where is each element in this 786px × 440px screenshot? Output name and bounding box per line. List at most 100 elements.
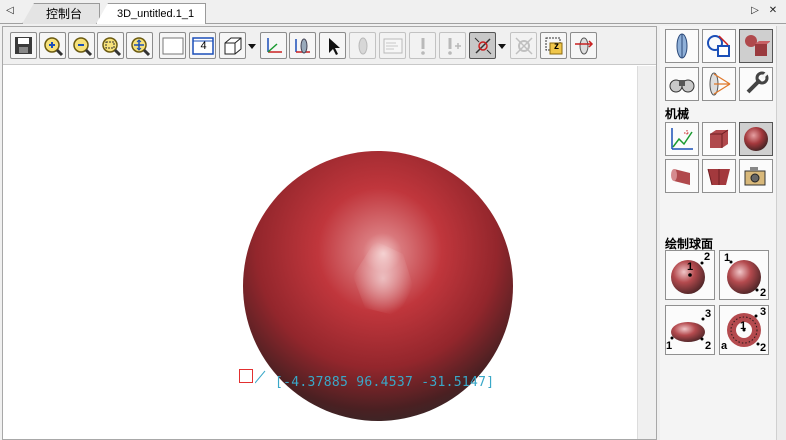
sphere-two-point-button[interactable]: 1 2 bbox=[719, 250, 769, 300]
solids-icon bbox=[745, 35, 770, 56]
plane-icon bbox=[294, 38, 310, 53]
torus-button[interactable]: 1 2 3 a bbox=[719, 305, 769, 355]
snap-pick-button[interactable] bbox=[469, 32, 496, 59]
panel-button[interactable] bbox=[379, 32, 406, 59]
cube-button[interactable] bbox=[702, 122, 736, 156]
plane-button[interactable] bbox=[289, 32, 316, 59]
zoom-window-button[interactable] bbox=[97, 32, 124, 59]
box-view-button[interactable] bbox=[219, 32, 246, 59]
ghost-button[interactable] bbox=[349, 32, 376, 59]
z-coordinate-button[interactable]: z bbox=[540, 32, 567, 59]
cube-icon bbox=[710, 129, 729, 148]
zoom-all-icon bbox=[130, 36, 150, 56]
zoom-all-button[interactable] bbox=[126, 32, 153, 59]
projection-icon bbox=[709, 72, 731, 96]
tab-scroll-left-icon[interactable]: ◁ bbox=[3, 4, 17, 18]
view-toolbar: 4 z bbox=[3, 27, 656, 65]
binoculars-button[interactable] bbox=[665, 67, 699, 101]
axis-chart-button[interactable] bbox=[665, 122, 699, 156]
axes-icon bbox=[266, 37, 282, 53]
save-button[interactable] bbox=[10, 32, 37, 59]
coordinate-readout: [-4.37885 96.4537 -31.5147] bbox=[275, 375, 495, 390]
panel-scrollbar[interactable] bbox=[776, 26, 786, 440]
tab-3d-document-label: 3D_untitled.1_1 bbox=[117, 8, 195, 20]
snap-pick-icon bbox=[474, 37, 491, 54]
axes-button[interactable] bbox=[260, 32, 287, 59]
wedge-button[interactable] bbox=[702, 159, 736, 193]
chevron-down-icon bbox=[498, 43, 506, 49]
shape-transform-button[interactable] bbox=[702, 29, 736, 63]
tab-console-label: 控制台 bbox=[45, 7, 82, 21]
application-window: ◁ 控制台 3D_untitled.1_1 ▷ ✕ 4 z [-4.37885 … bbox=[0, 0, 786, 440]
mode3-point1-label: 1 bbox=[666, 340, 673, 352]
zoom-in-icon bbox=[43, 36, 63, 56]
viewport-frame: 4 z [-4.37885 96.4537 -31.5147] bbox=[2, 26, 657, 440]
disabled-tool-button[interactable] bbox=[510, 32, 537, 59]
binoculars-icon bbox=[669, 79, 695, 93]
cursor-leader-icon bbox=[255, 370, 266, 384]
mode4-point1-label: 1 bbox=[740, 320, 747, 332]
sphere-icon bbox=[744, 127, 768, 151]
zoom-out-button[interactable] bbox=[68, 32, 95, 59]
mode2-point2-label: 2 bbox=[760, 287, 767, 299]
zoom-in-button[interactable] bbox=[39, 32, 66, 59]
vertical-scrollbar[interactable] bbox=[637, 66, 656, 439]
solids-button[interactable] bbox=[739, 29, 773, 63]
camera-icon bbox=[744, 167, 766, 186]
viewport-count-button[interactable]: 4 bbox=[189, 32, 216, 59]
snap-pick-dropdown[interactable] bbox=[496, 32, 508, 59]
tab-bar: ◁ 控制台 3D_untitled.1_1 ▷ ✕ bbox=[0, 0, 786, 24]
exclamation-plus-icon bbox=[447, 37, 461, 55]
sphere-center-radius-button[interactable]: 1 2 bbox=[665, 250, 715, 300]
tab-console[interactable]: 控制台 bbox=[22, 3, 100, 24]
mode1-point2-label: 2 bbox=[704, 251, 711, 263]
wrench-button[interactable] bbox=[739, 67, 773, 101]
sweep-icon bbox=[574, 37, 593, 54]
chevron-down-icon bbox=[248, 43, 256, 49]
select-button[interactable] bbox=[319, 32, 346, 59]
exclamation-icon bbox=[420, 37, 425, 55]
z-coordinate-text: z bbox=[554, 41, 559, 52]
sphere-button[interactable] bbox=[739, 122, 773, 156]
exclamation-button[interactable] bbox=[409, 32, 436, 59]
camera-button[interactable] bbox=[739, 159, 773, 193]
select-arrow-icon bbox=[328, 37, 340, 55]
pick-cursor-icon bbox=[239, 369, 253, 383]
gear-disabled-icon bbox=[514, 36, 533, 55]
exclamation-plus-button[interactable] bbox=[439, 32, 466, 59]
tab-scroll-right-icon[interactable]: ▷ bbox=[748, 4, 762, 18]
cylinder-button[interactable] bbox=[665, 159, 699, 193]
projection-button[interactable] bbox=[702, 67, 736, 101]
lens-tool-button[interactable] bbox=[665, 29, 699, 63]
box-view-icon bbox=[224, 37, 241, 54]
wrench-icon bbox=[746, 71, 769, 94]
tab-3d-document[interactable]: 3D_untitled.1_1 bbox=[96, 3, 206, 24]
axis-chart-icon bbox=[671, 128, 693, 150]
ellipsoid-button[interactable]: 1 2 3 bbox=[665, 305, 715, 355]
mode3-point3-label: 3 bbox=[705, 308, 712, 320]
mode4-point3-label: 3 bbox=[760, 306, 767, 318]
mode1-point1-label: 1 bbox=[687, 261, 694, 273]
shape-transform-icon bbox=[707, 35, 730, 57]
mode4-point2-label: 2 bbox=[760, 342, 767, 354]
close-icon[interactable]: ✕ bbox=[766, 4, 780, 18]
mode2-point1-label: 1 bbox=[724, 252, 731, 264]
mode4-angle-label: a bbox=[721, 340, 728, 352]
wedge-icon bbox=[707, 168, 730, 186]
mode3-point2-label: 2 bbox=[705, 340, 712, 352]
lens-icon bbox=[676, 33, 688, 59]
blank-view-icon bbox=[162, 37, 183, 54]
single-view-button[interactable] bbox=[159, 32, 186, 59]
cylinder-icon bbox=[671, 169, 690, 185]
3d-canvas[interactable]: [-4.37885 96.4537 -31.5147] bbox=[3, 66, 637, 439]
box-view-dropdown[interactable] bbox=[246, 32, 258, 59]
panel-icon bbox=[383, 38, 402, 53]
sweep-button[interactable] bbox=[570, 32, 597, 59]
viewport-count-text: 4 bbox=[200, 40, 207, 52]
zoom-window-icon bbox=[101, 36, 121, 56]
ghost-icon bbox=[358, 37, 367, 54]
zoom-out-icon bbox=[72, 36, 92, 56]
save-icon bbox=[15, 37, 32, 54]
tool-panel: 机械 绘制球面 1 2 1 2 1 2 3 1 2 3 a bbox=[660, 26, 786, 440]
mechanical-section-label: 机械 bbox=[665, 107, 690, 121]
